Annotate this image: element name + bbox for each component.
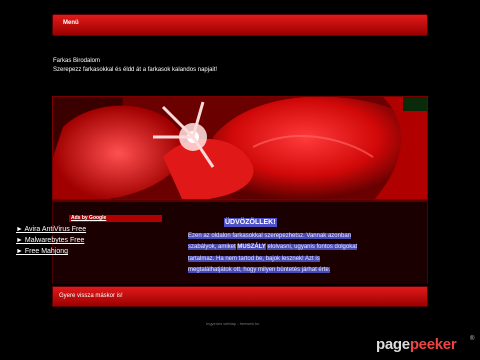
site-title: Farkas Birodalom — [53, 58, 101, 64]
divider — [53, 200, 427, 202]
credit-link[interactable]: Ingyenes weblap - freeweb.hu — [206, 321, 259, 326]
welcome-emphasis: MUSZÁLY — [237, 244, 266, 251]
menu-link[interactable]: Menü — [63, 20, 79, 26]
top-nav-bar: Menü — [52, 14, 428, 36]
welcome-line: tartalmaz. Ha nem tartod be, bajok leszn… — [188, 255, 320, 262]
red-flower-illustration — [53, 97, 427, 199]
welcome-title: ÜDVÖZÖLLEK! — [224, 218, 277, 227]
welcome-text: Ezen az oldalon farkasokkal szerepezhets… — [188, 231, 408, 277]
site-subtitle: Szerepezz farkasokkal és éldd át a farka… — [53, 67, 218, 73]
welcome-line: Ezen az oldalon farkasokkal szerepezhets… — [188, 233, 351, 239]
ad-link-malwarebytes[interactable]: ► Malwarebytes Free — [16, 237, 84, 244]
ads-header[interactable]: Ads by Google — [69, 215, 162, 222]
hero-flower-image — [52, 96, 428, 200]
footer-text: Gyere vissza máskor is! — [59, 293, 123, 299]
welcome-line: megtalálhatjátok ott, hogy milyen büntet… — [188, 267, 331, 274]
welcome-line: elolvasni, ugyanis fontos dolgokat — [267, 244, 358, 251]
ad-link-mahjong[interactable]: ► Free Mahjong — [16, 248, 68, 255]
ad-link-avira[interactable]: ► Avira AntiVirus Free — [16, 226, 86, 233]
page: Menü Farkas Birodalom Szerepezz farkasok… — [0, 0, 480, 360]
registered-mark: ® — [470, 336, 475, 342]
pagepeeker-watermark: pagepeeker — [376, 336, 457, 353]
welcome-line: szabályok, amiket — [188, 244, 236, 251]
footer-bar: Gyere vissza máskor is! — [52, 286, 428, 307]
